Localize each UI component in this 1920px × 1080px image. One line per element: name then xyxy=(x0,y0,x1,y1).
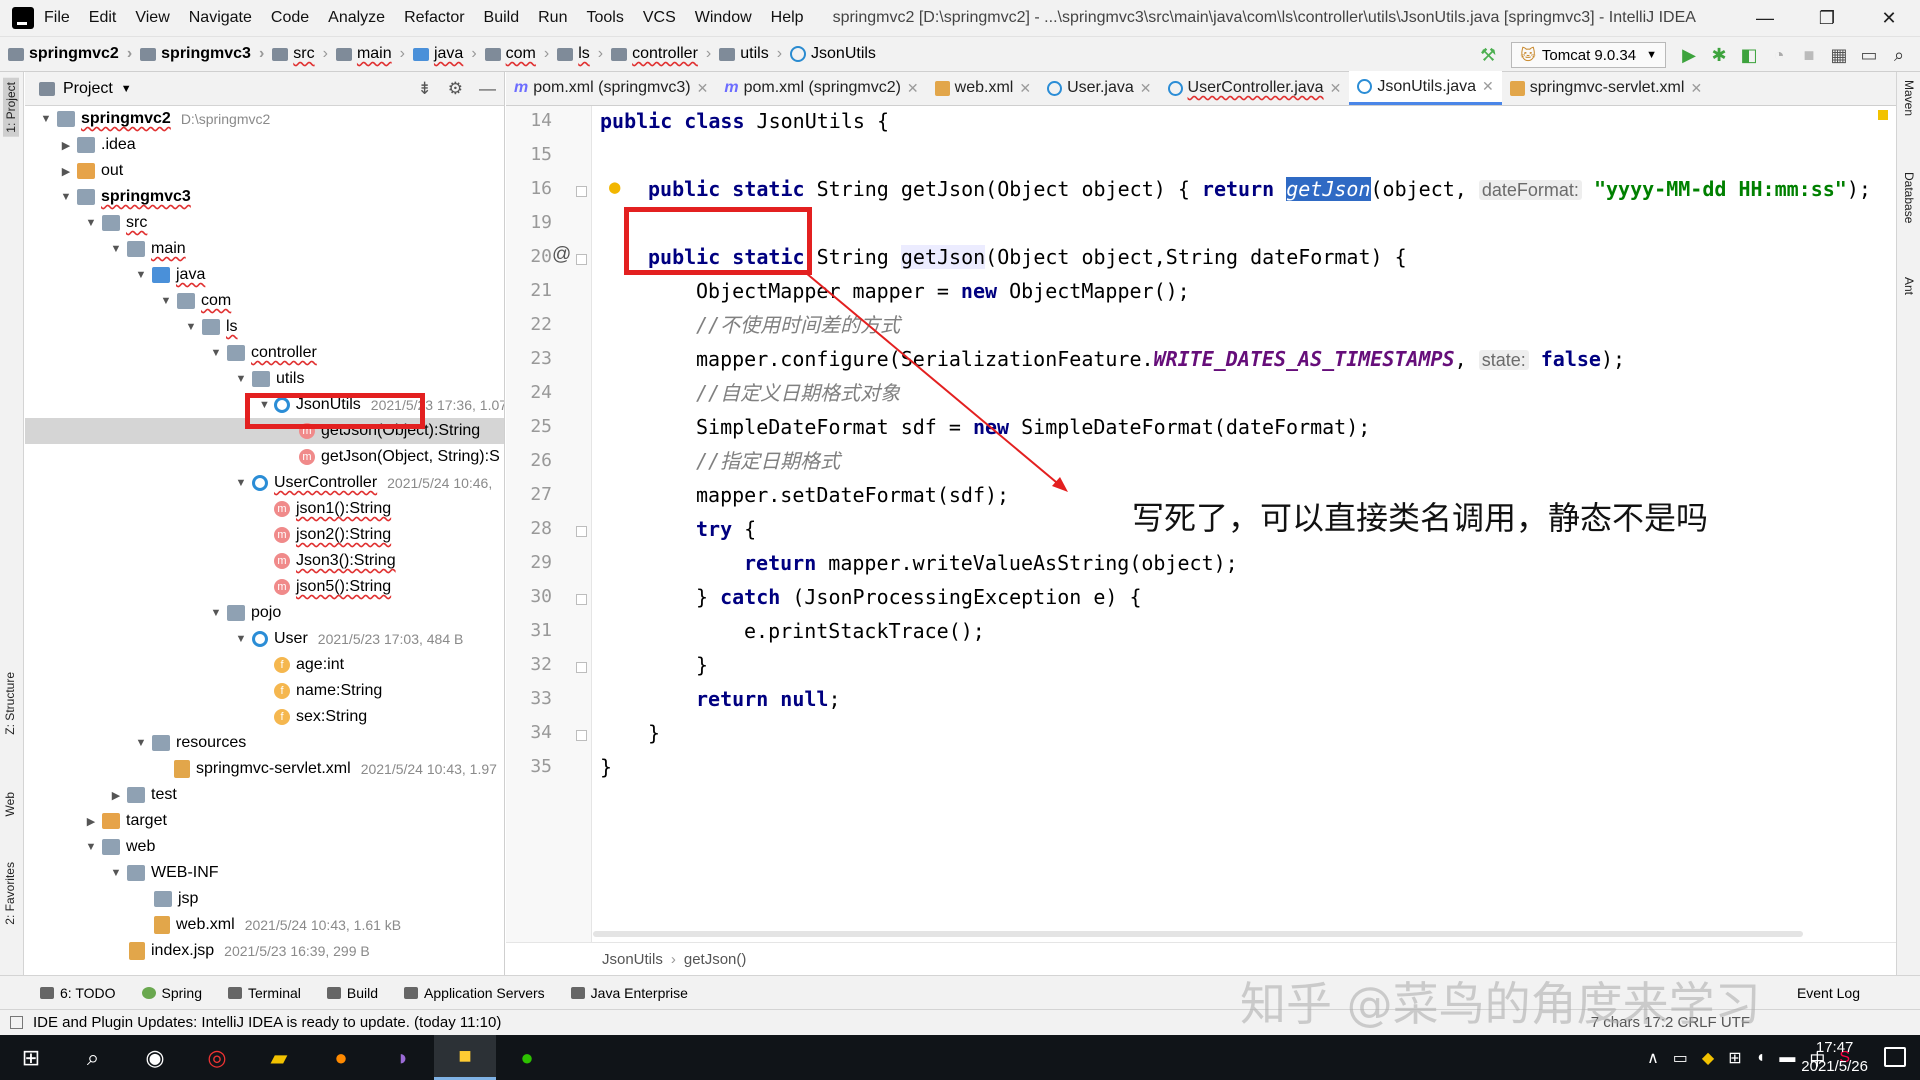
annotation-arrow xyxy=(805,272,1068,492)
windows-security-icon[interactable]: ⊞ xyxy=(1728,1048,1741,1068)
terminal-icon xyxy=(227,986,242,999)
firefox-icon[interactable]: ● xyxy=(310,1035,372,1080)
windows-start-icon[interactable]: ⊞ xyxy=(0,1035,62,1080)
windows-taskbar: ⊞ ⌕ ◉ ◎ ▰ ● ◗ ■ ● ∧ ▭ ◆ ⊞ ◖ ▬ 中 S 17:47 … xyxy=(0,1035,1920,1080)
list-icon xyxy=(40,986,54,999)
server-icon xyxy=(404,986,419,999)
netease-music-icon[interactable]: ◎ xyxy=(186,1035,248,1080)
chevron-up-icon[interactable]: ∧ xyxy=(1647,1048,1659,1068)
app-icon[interactable]: ◉ xyxy=(124,1035,186,1080)
wechat-icon[interactable]: ● xyxy=(496,1035,558,1080)
status-message[interactable]: IDE and Plugin Updates: IntelliJ IDEA is… xyxy=(33,1014,501,1031)
build-tool-button[interactable]: Build xyxy=(326,985,378,1001)
notification-icon[interactable] xyxy=(1884,1047,1906,1067)
volume-icon[interactable]: ◖ xyxy=(1756,1049,1766,1067)
application-servers-tool-button[interactable]: Application Servers xyxy=(404,985,545,1001)
event-log-tool-button[interactable]: Event Log xyxy=(1797,985,1860,1001)
watermark: 知乎 @菜鸟的角度来学习 xyxy=(1240,977,1761,1031)
hammer-icon xyxy=(326,986,341,999)
search-icon[interactable]: ⌕ xyxy=(62,1035,124,1080)
java-enterprise-icon xyxy=(570,986,585,999)
file-explorer-icon[interactable]: ▰ xyxy=(248,1035,310,1080)
java-enterprise-tool-button[interactable]: Java Enterprise xyxy=(570,985,688,1001)
clock[interactable]: 17:47 2021/5/26 xyxy=(1801,1038,1868,1076)
annotation-note: 写死了，可以直接类名调用，静态不是吗 xyxy=(1132,499,1709,537)
shield-icon[interactable]: ◆ xyxy=(1702,1048,1714,1068)
intellij-taskbar-icon[interactable]: ■ xyxy=(434,1035,496,1080)
terminal-tool-button[interactable]: Terminal xyxy=(227,985,301,1001)
battery-icon[interactable]: ▬ xyxy=(1779,1049,1795,1067)
todo-tool-button[interactable]: 6: TODO xyxy=(40,985,116,1001)
network-icon[interactable]: ▭ xyxy=(1673,1048,1688,1068)
spring-icon xyxy=(141,986,156,999)
spring-tool-button[interactable]: Spring xyxy=(141,985,202,1001)
visual-studio-icon[interactable]: ◗ xyxy=(372,1035,434,1080)
status-toggle-icon[interactable] xyxy=(10,1016,23,1029)
